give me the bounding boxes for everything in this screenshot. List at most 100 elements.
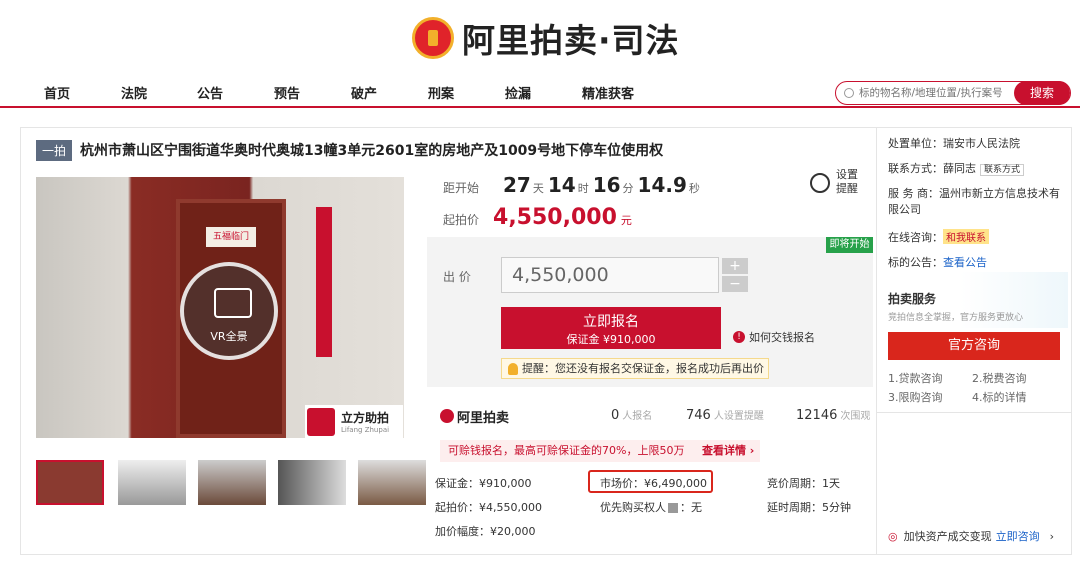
nav-bankruptcy[interactable]: 破产 [351,83,377,102]
nav-precise[interactable]: 精准获客 [582,83,634,102]
set-reminder[interactable]: 设置 提醒 [810,168,865,202]
round-tag: 一拍 [36,139,73,161]
search-icon [844,88,854,98]
ali-logo-icon [440,409,454,423]
how-to-pay-label: 如何交钱报名 [749,331,815,344]
nav-court[interactable]: 法院 [121,83,147,102]
help-icon[interactable] [668,503,678,513]
lifang-watermark: 立方助拍 Lifang Zhupai [305,405,403,438]
court-name: 瑞安市人民法院 [943,137,1020,150]
nav-bargain[interactable]: 捡漏 [505,83,531,102]
chat-button[interactable]: 和我联系 [943,229,989,244]
start-price: 起拍价 4,550,000 元 [443,205,632,230]
remind-line2: 提醒 [836,182,858,195]
image-icon [214,288,252,318]
countdown-label: 距开始 [443,181,480,195]
service-title: 拍卖服务 [888,292,937,306]
brand-logo[interactable]: 阿里拍卖·司法 [412,10,682,66]
vr-button[interactable]: VR全景 [180,262,278,360]
alarm-clock-icon [810,173,830,193]
faq-details[interactable]: 4.标的详情 [972,389,1027,405]
lifang-text: 立方助拍 [341,411,390,425]
thumbnail-3[interactable] [198,460,266,505]
apply-button[interactable]: 立即报名 保证金 ¥910,000 [501,307,721,349]
increment-info: 加价幅度：¥20,000 [435,525,536,538]
contact-line: 联系方式：薛同志 联系方式 [888,160,1025,176]
start-price-info: 起拍价：¥4,550,000 [435,501,542,514]
faq-loan[interactable]: 1.贷款咨询 [888,370,943,386]
lightbulb-icon [508,363,518,375]
start-price-unit: 元 [620,214,632,227]
bid-label: 出 价 [443,270,471,284]
lifang-logo-icon [307,407,335,436]
view-count: 12146 次围观 [796,408,871,423]
divider [877,412,1071,413]
delay-period: 延时周期：5分钟 [767,501,851,514]
reminder-count: 746 人设置提醒 [686,408,764,423]
decrease-button[interactable]: − [722,276,748,292]
red-couplet [316,207,332,357]
fast-consult-link[interactable]: 立即咨询 [996,528,1040,544]
info-icon: ! [733,331,745,343]
countdown: 距开始 27 天 14 时 16 分 14.9 秒 [443,173,704,199]
thumbnail-1[interactable] [36,460,104,505]
remind-line1: 设置 [836,168,858,181]
search-box: 搜索 [835,81,1071,105]
countdown-hours: 14 [547,173,576,197]
notice-link[interactable]: 查看公告 [943,256,987,269]
mins-unit: 分 [622,182,634,195]
vr-label: VR全景 [210,330,248,343]
service-desc: 竞拍信息全掌握，官方服务更放心 [888,313,1024,323]
apply-label: 立即报名 [583,314,639,330]
apply-deposit: 保证金 ¥910,000 [566,333,656,346]
money-icon: ◎ [888,529,898,543]
start-price-label: 起拍价 [443,213,480,227]
credit-promo: 可赊钱报名，最高可赊保证金的70%，上限50万 查看详情 › [440,440,760,462]
lifang-en: Lifang Zhupai [341,426,390,434]
faq-tax[interactable]: 2.税费咨询 [972,370,1027,386]
faq-limit[interactable]: 3.限购咨询 [888,389,943,405]
bid-cycle: 竞价周期：1天 [767,477,840,490]
provider-line: 服 务 商：温州市新立方信息技术有限公司 [888,187,1060,216]
thumbnail-2[interactable] [118,460,186,505]
nav-notice[interactable]: 公告 [197,83,223,102]
days-unit: 天 [532,182,544,195]
promo-text: 可赊钱报名，最高可赊保证金的70%，上限50万 [448,444,685,457]
stats-brand-text: 阿里拍卖 [457,410,510,426]
countdown-mins: 16 [592,173,621,197]
deposit-tip: 提醒：您还没有报名交保证金，报名成功后再出价 [501,358,769,379]
item-title-row: 一拍 杭州市萧山区宁围街道华奥时代奥城13幢3单元2601室的房地产及1009号… [36,139,876,161]
tip-text: 提醒：您还没有报名交保证金，报名成功后再出价 [522,362,764,375]
consult-line: 在线咨询： 和我联系 [888,229,989,245]
deposit-info: 保证金：¥910,000 [435,477,532,490]
court-emblem-icon [412,17,454,59]
market-price: 市场价：¥6,490,000 [600,477,707,490]
court-line: 处置单位：瑞安市人民法院 [888,137,1020,150]
nav-home[interactable]: 首页 [44,83,70,102]
contact-button[interactable]: 联系方式 [980,164,1025,176]
chevron-right-icon: › [1049,529,1055,543]
priority-buyer: 优先购买权人 ：无 [600,501,702,514]
nav-preview[interactable]: 预告 [274,83,300,102]
stats-brand: 阿里拍卖 [440,407,509,426]
increase-button[interactable]: + [722,258,748,274]
signup-count: 0 人报名 [611,408,653,423]
official-consult-button[interactable]: 官方咨询 [888,332,1060,360]
thumbnail-4[interactable] [278,460,346,505]
nav-criminal[interactable]: 刑案 [428,83,454,102]
search-button[interactable]: 搜索 [1014,81,1070,105]
countdown-days: 27 [503,173,531,197]
fast-deal-row[interactable]: ◎ 加快资产成交变现 立即咨询 › [888,528,1068,544]
start-price-value: 4,550,000 [493,205,617,230]
countdown-secs: 14.9 [637,173,687,197]
search-input[interactable] [859,87,1009,99]
service-banner: 拍卖服务 竞拍信息全掌握，官方服务更放心 [888,272,1068,328]
notice-line: 标的公告：查看公告 [888,256,987,269]
thumbnail-5[interactable] [358,460,426,505]
hours-unit: 时 [577,182,589,195]
promo-link[interactable]: 查看详情 › [702,444,754,457]
brand-text: 阿里拍卖·司法 [462,21,680,60]
how-to-pay-link[interactable]: ! 如何交钱报名 [733,329,815,345]
bid-input[interactable]: 4,550,000 [501,257,719,293]
item-title: 杭州市萧山区宁围街道华奥时代奥城13幢3单元2601室的房地产及1009号地下停… [80,143,664,159]
